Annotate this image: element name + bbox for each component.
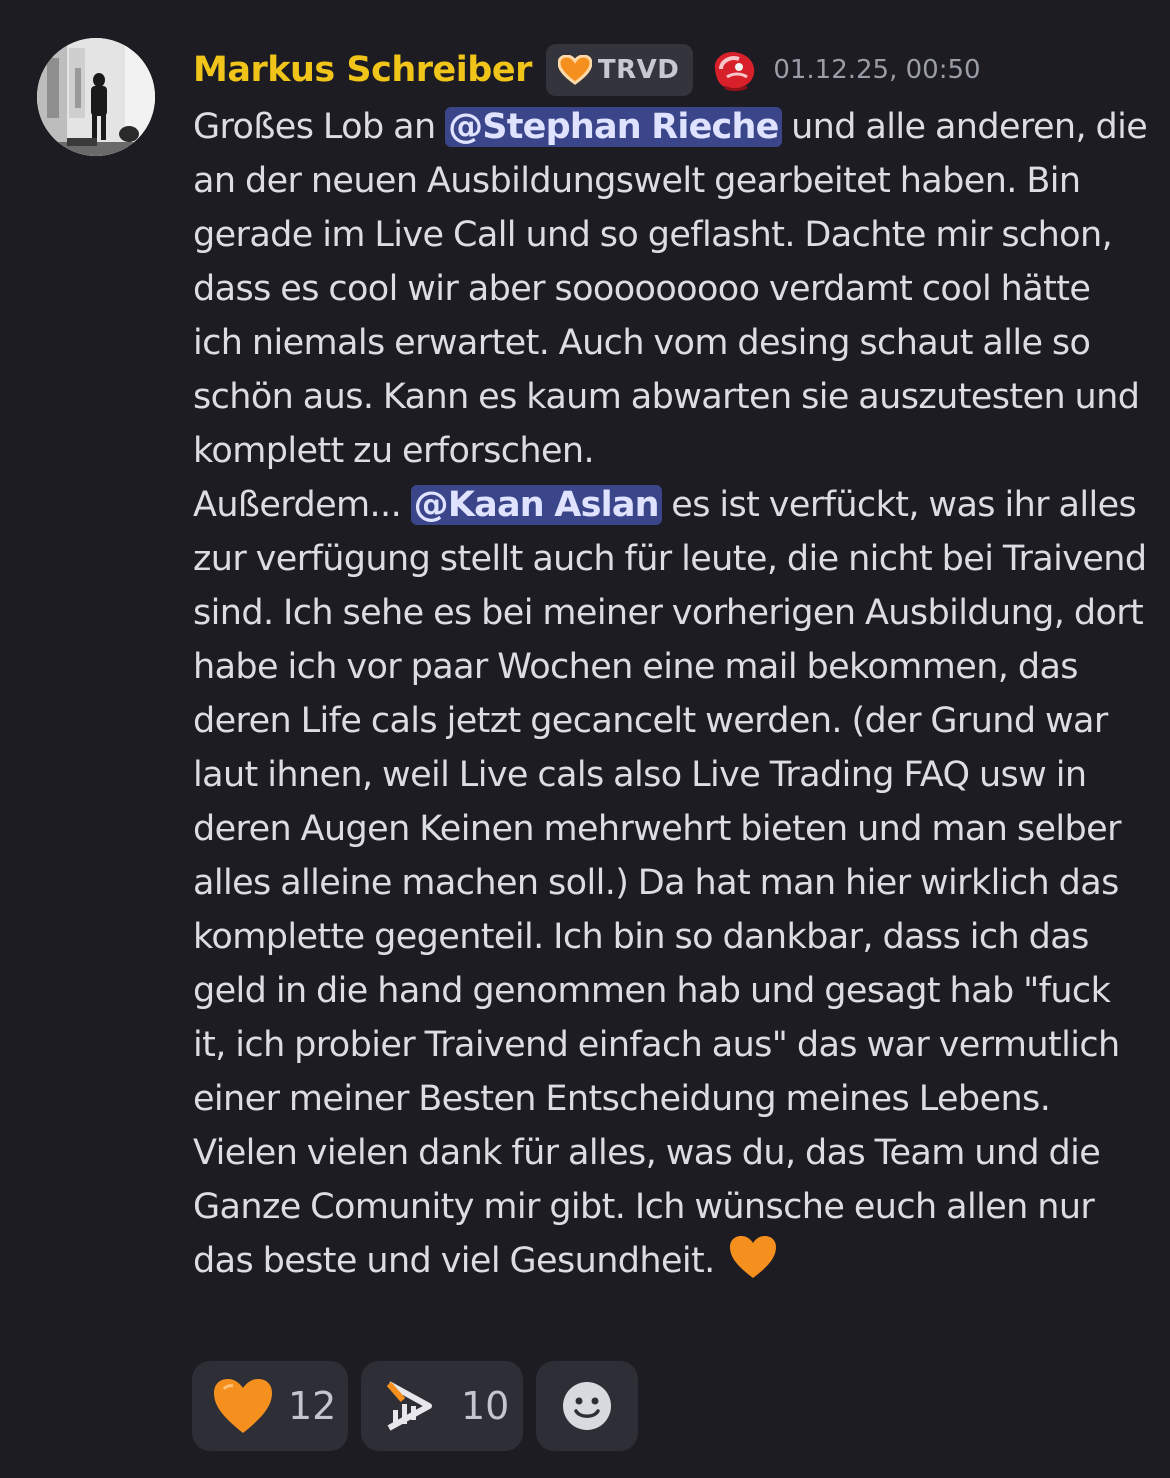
reactions-bar: 12 10 [192, 1361, 638, 1451]
reaction-traivend[interactable]: 10 [361, 1361, 523, 1451]
reaction-orange-heart[interactable]: 12 [192, 1361, 348, 1451]
message-text: und alle anderen, die an der neuen Ausbi… [193, 107, 1148, 471]
reaction-count: 10 [461, 1384, 510, 1428]
message-header: Markus Schreiber TRVD 01.12.25, 00:50 [193, 40, 981, 100]
message-text: es ist verfückt, was ihr alles zur verfü… [193, 485, 1147, 1281]
avatar[interactable] [37, 38, 155, 156]
add-reaction-icon [563, 1382, 611, 1430]
add-reaction-button[interactable] [536, 1361, 638, 1451]
message-text: Außerdem... [193, 485, 411, 525]
timestamp: 01.12.25, 00:50 [773, 55, 981, 85]
author-name[interactable]: Markus Schreiber [193, 50, 532, 90]
mention-kaan-aslan[interactable]: @Kaan Aslan [410, 485, 662, 525]
orange-heart-icon [557, 55, 592, 85]
orange-heart-icon [728, 1234, 778, 1296]
message-body: Großes Lob an @Stephan Rieche und alle a… [193, 100, 1148, 1296]
reaction-count: 12 [288, 1384, 337, 1428]
server-tag[interactable]: TRVD [545, 44, 694, 96]
orange-heart-icon [214, 1379, 272, 1433]
meat-icon [709, 47, 759, 93]
traivend-logo-icon [386, 1381, 432, 1431]
server-tag-label: TRVD [597, 55, 680, 85]
chat-message: Markus Schreiber TRVD 01.12.25, 00:50 Gr… [0, 0, 1170, 1478]
message-text: Großes Lob an [193, 107, 446, 147]
mention-stephan-rieche[interactable]: @Stephan Rieche [445, 107, 782, 147]
